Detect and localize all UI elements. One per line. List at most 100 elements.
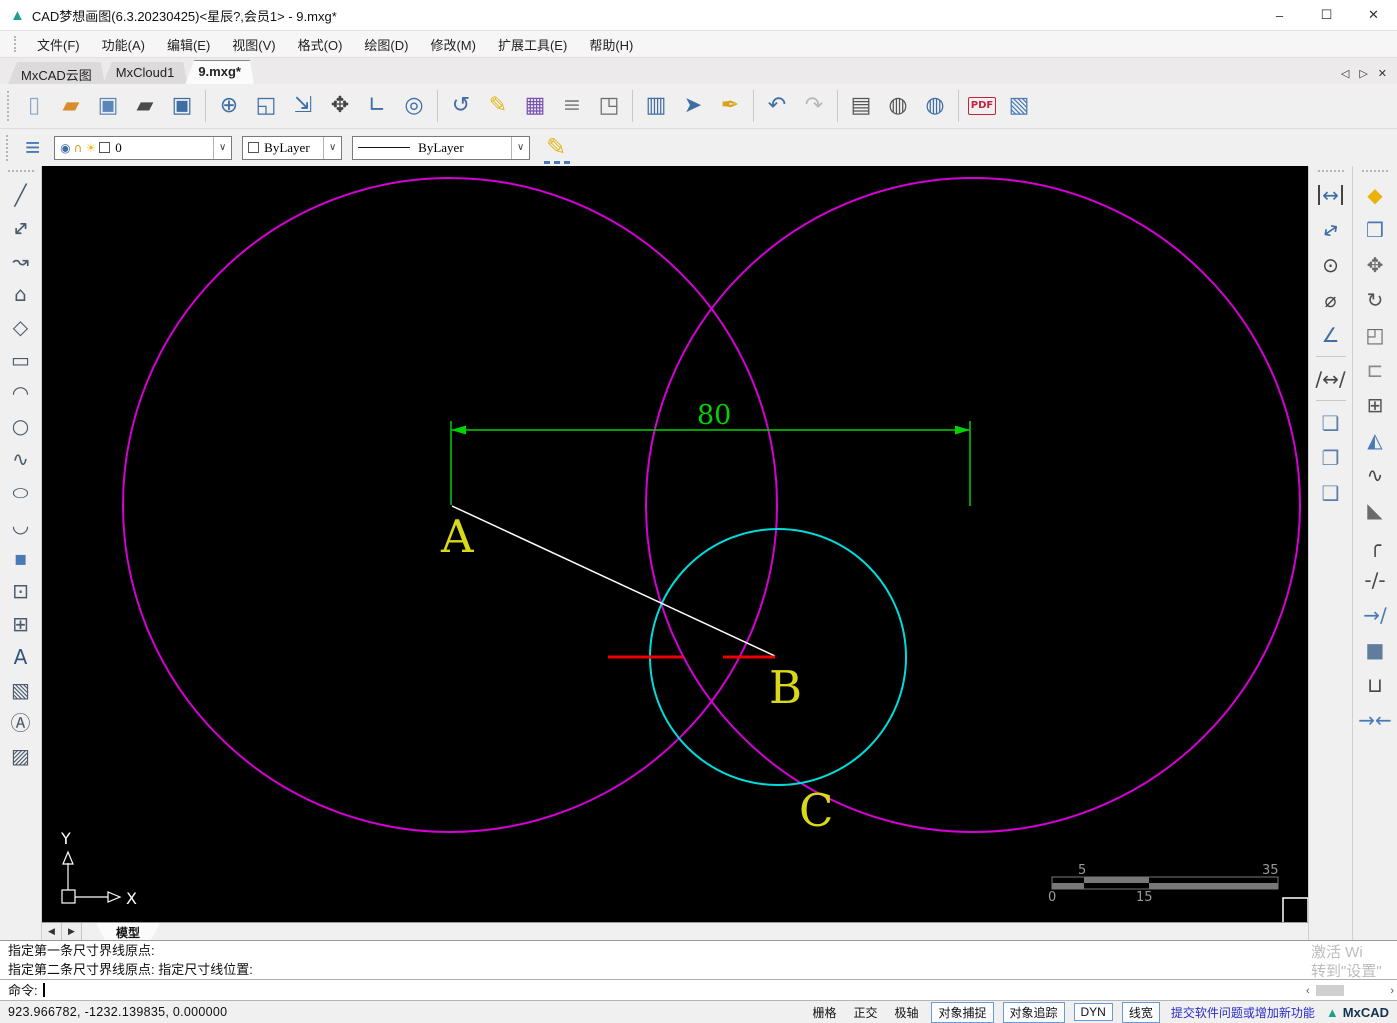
text-icon[interactable]: A bbox=[4, 640, 38, 673]
publish-web-icon[interactable]: ◍ bbox=[880, 88, 916, 124]
insert-block-icon[interactable]: ⊡ bbox=[4, 574, 38, 607]
undo-icon[interactable]: ↶ bbox=[759, 88, 795, 124]
drag-handle[interactable] bbox=[14, 36, 18, 52]
scrollbar-thumb[interactable] bbox=[1315, 985, 1344, 996]
close-button[interactable]: ✕ bbox=[1350, 0, 1397, 30]
export-image-icon[interactable]: ▧ bbox=[1001, 88, 1037, 124]
tab-close-icon[interactable]: ✕ bbox=[1378, 67, 1387, 80]
tab-9mxg[interactable]: 9.mxg* bbox=[185, 60, 254, 84]
model-prev-icon[interactable]: ◀ bbox=[42, 923, 62, 940]
layer-select[interactable]: ◉ ∩ ☀ 0 ∨ bbox=[54, 135, 233, 160]
linetype-select[interactable]: ByLayer ∨ bbox=[352, 135, 531, 160]
dim-text-edit-icon[interactable]: ❐ bbox=[1313, 441, 1349, 474]
scroll-left-icon[interactable]: ‹ bbox=[1306, 985, 1310, 997]
export-pdf-icon[interactable]: PDF bbox=[964, 88, 1000, 124]
feedback-link[interactable]: 提交软件问题或增加新功能 bbox=[1171, 1004, 1315, 1021]
magenta-circle-right[interactable] bbox=[645, 177, 1301, 833]
dim-angular-icon[interactable]: ∠ bbox=[1313, 318, 1349, 351]
zoom-previous-icon[interactable]: ↺ bbox=[443, 88, 479, 124]
quick-select-icon[interactable]: ➤ bbox=[675, 88, 711, 124]
scroll-right-icon[interactable]: › bbox=[1390, 985, 1394, 997]
rotate-icon[interactable]: ↻ bbox=[1357, 283, 1393, 316]
toggle-polar[interactable]: 极轴 bbox=[890, 1002, 922, 1023]
drag-handle[interactable] bbox=[1362, 170, 1388, 174]
toggle-otrack[interactable]: 对象追踪 bbox=[1002, 1001, 1065, 1023]
mirror-icon[interactable]: ◭ bbox=[1357, 423, 1393, 456]
edit-spline-icon[interactable]: ∿ bbox=[1357, 458, 1393, 491]
menu-file[interactable]: 文件(F) bbox=[26, 31, 91, 58]
line-a-b[interactable] bbox=[451, 505, 776, 657]
pan-icon[interactable]: ✥ bbox=[322, 88, 358, 124]
array-icon[interactable]: ⊞ bbox=[1357, 388, 1393, 421]
break-icon[interactable]: -∕- bbox=[1357, 563, 1393, 596]
drag-handle[interactable] bbox=[7, 170, 34, 174]
mtext-icon[interactable]: Ⓐ bbox=[4, 706, 38, 739]
dim-update-icon[interactable]: ❑ bbox=[1313, 476, 1349, 509]
label-c[interactable]: C bbox=[799, 784, 833, 837]
polygon2-icon[interactable]: ◇ bbox=[4, 310, 38, 343]
explode-icon[interactable]: ■ bbox=[1357, 633, 1393, 666]
label-b[interactable]: B bbox=[769, 661, 802, 714]
print-icon[interactable]: ▤ bbox=[843, 88, 879, 124]
construction-line-icon[interactable]: ↔ bbox=[4, 211, 38, 244]
save-icon[interactable]: ▣ bbox=[90, 88, 126, 124]
label-a[interactable]: A bbox=[440, 510, 474, 563]
layer-lock-icon[interactable]: ∩ bbox=[74, 141, 83, 155]
model-next-icon[interactable]: ▶ bbox=[62, 923, 82, 940]
dim-edit-icon[interactable]: ❏ bbox=[1313, 406, 1349, 439]
command-scrollbar[interactable]: ‹ › bbox=[1306, 984, 1394, 997]
dim-linear-icon[interactable]: ↔ bbox=[1313, 178, 1349, 211]
linetype-edit-icon[interactable]: ✎ bbox=[544, 133, 571, 164]
dim-quick-icon[interactable]: ∕↔∕ bbox=[1313, 362, 1349, 395]
dim-diameter-icon[interactable]: ⌀ bbox=[1313, 283, 1349, 316]
hatch-icon[interactable]: ▨ bbox=[4, 739, 38, 772]
redo-icon[interactable]: ↷ bbox=[796, 88, 832, 124]
drawing-canvas[interactable]: 80 A B C Y X 5 35 0 15 bbox=[42, 166, 1308, 922]
toggle-osnap[interactable]: 对象捕捉 bbox=[931, 1001, 994, 1023]
tab-model[interactable]: 模型 bbox=[96, 923, 160, 940]
drag-handle[interactable] bbox=[6, 134, 11, 161]
block-edit-icon[interactable]: ◳ bbox=[591, 88, 627, 124]
web-edit-icon[interactable]: ◍ bbox=[917, 88, 953, 124]
point-icon[interactable]: ▪ bbox=[4, 541, 38, 574]
toggle-dyn[interactable]: DYN bbox=[1073, 1003, 1113, 1021]
magenta-circle-left[interactable] bbox=[122, 177, 778, 833]
spline-icon[interactable]: ∿ bbox=[4, 442, 38, 475]
move-icon[interactable]: ✥ bbox=[1357, 248, 1393, 281]
layer-visible-icon[interactable]: ◉ bbox=[60, 141, 70, 155]
text-style-icon[interactable]: ▥ bbox=[638, 88, 674, 124]
zoom-dynamic-icon[interactable]: ◎ bbox=[396, 88, 432, 124]
open-cloud-icon[interactable]: ▰ bbox=[53, 88, 89, 124]
menu-help[interactable]: 帮助(H) bbox=[578, 31, 644, 58]
command-window[interactable]: 指定第一条尺寸界线原点: 指定第二条尺寸界线原点: 指定尺寸线位置: 命令: 激… bbox=[0, 940, 1397, 1000]
zoom-extents-icon[interactable]: ⇲ bbox=[285, 88, 321, 124]
tab-mxcloud1[interactable]: MxCloud1 bbox=[103, 62, 188, 84]
polyline-icon[interactable]: ↝ bbox=[4, 244, 38, 277]
layer-onoff-icon[interactable]: ☀ bbox=[85, 141, 96, 155]
dimension-text[interactable]: 80 bbox=[697, 400, 731, 431]
dim-aligned-icon[interactable]: ↔ bbox=[1313, 213, 1349, 246]
dim-radius-icon[interactable]: ⊙ bbox=[1313, 248, 1349, 281]
zoom-window-icon[interactable]: ◱ bbox=[248, 88, 284, 124]
match-properties-icon[interactable]: ✒ bbox=[712, 88, 748, 124]
tab-scroll-right-icon[interactable]: ▷ bbox=[1359, 67, 1367, 80]
polygon-icon[interactable]: ⌂ bbox=[4, 277, 38, 310]
menu-function[interactable]: 功能(A) bbox=[91, 31, 156, 58]
layers-icon[interactable]: ≡ bbox=[25, 132, 40, 163]
color-select[interactable]: ByLayer ∨ bbox=[242, 135, 343, 160]
menu-format[interactable]: 格式(O) bbox=[287, 31, 354, 58]
layer-manager-icon[interactable]: ≡ bbox=[554, 88, 590, 124]
zoom-in-out-icon[interactable]: ⊕ bbox=[211, 88, 247, 124]
ucs-axes-icon[interactable]: ∟ bbox=[359, 88, 395, 124]
create-block-icon[interactable]: ⊞ bbox=[4, 607, 38, 640]
open-file-icon[interactable]: ▰ bbox=[127, 88, 163, 124]
tab-scroll-left-icon[interactable]: ◁ bbox=[1341, 67, 1349, 80]
dimension-80[interactable] bbox=[450, 421, 971, 506]
toggle-lineweight[interactable]: 线宽 bbox=[1121, 1001, 1160, 1023]
ellipse-icon[interactable]: ○ bbox=[4, 475, 38, 508]
snap-together-icon[interactable]: →← bbox=[1357, 703, 1393, 736]
offset-icon[interactable]: ⊏ bbox=[1357, 353, 1393, 386]
menu-draw[interactable]: 绘图(D) bbox=[353, 31, 419, 58]
menu-view[interactable]: 视图(V) bbox=[221, 31, 286, 58]
fillet-icon[interactable]: ╭ bbox=[1357, 528, 1393, 561]
